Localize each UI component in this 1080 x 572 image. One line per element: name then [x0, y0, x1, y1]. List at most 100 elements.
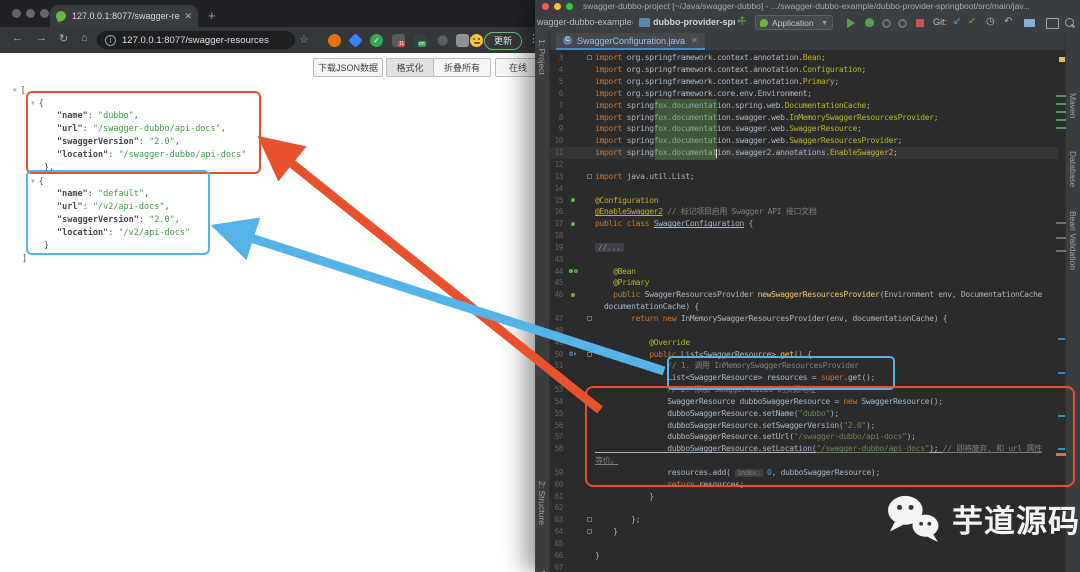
run-config-select[interactable]: Application ▼: [755, 15, 833, 30]
git-commit-icon[interactable]: ✓: [968, 16, 976, 27]
coverage-button[interactable]: [882, 19, 891, 28]
code-line[interactable]: 67: [549, 561, 1058, 572]
error-stripe-mark[interactable]: [1056, 222, 1066, 224]
json-line[interactable]: ▼{: [31, 175, 44, 188]
new-tab-button[interactable]: +: [208, 8, 216, 23]
error-stripe-mark[interactable]: [1058, 415, 1065, 417]
code-line[interactable]: 47 return new InMemorySwaggerResourcesPr…: [549, 313, 1058, 325]
code-line[interactable]: 54 SwaggerResource dubboSwaggerResource …: [549, 395, 1058, 407]
json-line[interactable]: }: [44, 240, 49, 253]
code-line[interactable]: 57 dubboSwaggerResource.setUrl("/swagger…: [549, 431, 1058, 443]
extension-icon[interactable]: ✓: [370, 34, 383, 47]
code-line[interactable]: 7import springfox.documentation.spring.w…: [549, 99, 1058, 111]
code-line[interactable]: 17public class SwaggerConfiguration {: [549, 218, 1058, 230]
profiler-button[interactable]: [898, 19, 907, 28]
json-line[interactable]: ▼[: [13, 84, 26, 97]
tool-button-bean-validation[interactable]: Bean Validation: [1068, 211, 1078, 270]
breadcrumb[interactable]: dubbo-provider-spri: [653, 17, 735, 27]
back-icon[interactable]: ←: [12, 32, 23, 44]
code-line[interactable]: 44 @Bean: [549, 265, 1058, 277]
code-line[interactable]: 51 // 1. 调用 InMemorySwaggerResourcesProv…: [549, 360, 1058, 372]
code-line[interactable]: 48: [549, 324, 1058, 336]
error-stripe-mark[interactable]: [1056, 453, 1066, 456]
code-line[interactable]: 16@EnableSwagger2 // 标记项目启用 Swagger API …: [549, 206, 1058, 218]
window-minimize-icon[interactable]: [26, 9, 35, 18]
code-line[interactable]: 55 dubboSwaggerResource.setName("dubbo")…: [549, 407, 1058, 419]
stop-button[interactable]: [916, 19, 924, 27]
bookmark-star-icon[interactable]: ☆: [299, 33, 309, 46]
reload-icon[interactable]: ↻: [59, 32, 68, 45]
code-line[interactable]: 14: [549, 182, 1058, 194]
code-line[interactable]: 10import springfox.documentation.swagger…: [549, 135, 1058, 147]
error-stripe-mark[interactable]: [1056, 111, 1066, 113]
json-button-2[interactable]: 折叠所有: [433, 58, 491, 77]
json-button-1[interactable]: 格式化: [386, 58, 434, 77]
code-line[interactable]: 45 @Primary: [549, 277, 1058, 289]
home-icon[interactable]: ⌂: [81, 32, 88, 44]
fold-marker[interactable]: [583, 352, 595, 357]
tab-close-icon[interactable]: ✕: [184, 11, 192, 22]
code-line[interactable]: 18: [549, 230, 1058, 242]
error-stripe-mark[interactable]: [1058, 448, 1065, 450]
code-line[interactable]: 53 // 2. 添加 swagger-dubbo 的资源地址: [549, 384, 1058, 396]
error-stripe-mark[interactable]: [1058, 338, 1065, 340]
tool-button-database[interactable]: Database: [1068, 151, 1078, 187]
error-stripe-mark[interactable]: [1059, 57, 1065, 62]
code-line[interactable]: 8import springfox.documentation.swagger.…: [549, 111, 1058, 123]
fold-marker[interactable]: [583, 517, 595, 522]
code-line[interactable]: 43: [549, 253, 1058, 265]
error-stripe-mark[interactable]: [1056, 250, 1066, 252]
code-line[interactable]: documentationCache) {: [549, 301, 1058, 313]
code-line[interactable]: 6import org.springframework.core.env.Env…: [549, 88, 1058, 100]
extension-icon[interactable]: [348, 33, 363, 48]
json-line[interactable]: "swaggerVersion": "2.0",: [57, 136, 180, 149]
build-hammer-icon[interactable]: ⚒: [735, 14, 749, 28]
terminal-icon[interactable]: [1046, 18, 1059, 29]
code-line[interactable]: 3import org.springframework.context.anno…: [549, 52, 1058, 64]
json-line[interactable]: "name": "dubbo",: [57, 110, 139, 123]
search-everywhere-icon[interactable]: [1065, 18, 1074, 27]
json-button-0[interactable]: 下载JSON数据: [313, 58, 383, 77]
code-line[interactable]: 5import org.springframework.context.anno…: [549, 76, 1058, 88]
run-button[interactable]: [847, 18, 855, 28]
error-stripe-mark[interactable]: [1056, 119, 1066, 121]
breadcrumb[interactable]: wagger-dubbo-example: [537, 17, 632, 27]
url-text[interactable]: 127.0.0.1:8077/swagger-resources: [122, 35, 269, 46]
code-line[interactable]: 4import org.springframework.context.anno…: [549, 64, 1058, 76]
error-stripe-mark[interactable]: [1056, 95, 1066, 97]
json-line[interactable]: },: [44, 162, 54, 175]
code-line[interactable]: 59 resources.add( index: 0, dubboSwagger…: [549, 467, 1058, 479]
fold-marker[interactable]: [583, 55, 595, 60]
code-line[interactable]: 60 return resources;: [549, 478, 1058, 490]
json-line[interactable]: "location": "/v2/api-docs": [57, 227, 190, 240]
code-line[interactable]: 12: [549, 159, 1058, 171]
code-line[interactable]: 9import springfox.documentation.swagger.…: [549, 123, 1058, 135]
rollback-icon[interactable]: ↶: [1004, 16, 1012, 27]
extension-icon[interactable]: 11: [392, 34, 405, 47]
window-close-icon[interactable]: [12, 9, 21, 18]
extension-smiley-icon[interactable]: [470, 34, 483, 47]
forward-icon[interactable]: →: [36, 32, 47, 44]
history-clock-icon[interactable]: ◷: [986, 16, 995, 27]
code-line[interactable]: 66}: [549, 549, 1058, 561]
extensions-puzzle-icon[interactable]: [456, 34, 469, 47]
code-line[interactable]: 50O↑ public List<SwaggerResource> get() …: [549, 348, 1058, 360]
json-line[interactable]: "swaggerVersion": "2.0",: [57, 214, 180, 227]
git-update-icon[interactable]: ↙: [953, 16, 961, 27]
json-line[interactable]: "location": "/swagger-dubbo/api-docs": [57, 149, 246, 162]
editor-tab[interactable]: C SwaggerConfiguration.java ✕: [556, 33, 705, 50]
code-line[interactable]: 等价。: [549, 455, 1058, 467]
code-line[interactable]: 13import java.util.List;: [549, 170, 1058, 182]
tool-button-project[interactable]: 1: Project: [537, 39, 547, 75]
window-close-icon[interactable]: [542, 3, 549, 10]
code-line[interactable]: 58 dubboSwaggerResource.setLocation("/sw…: [549, 443, 1058, 455]
json-line[interactable]: "name": "default",: [57, 188, 149, 201]
json-line[interactable]: ▼{: [31, 97, 44, 110]
code-line[interactable]: 49 @Override: [549, 336, 1058, 348]
site-info-icon[interactable]: i: [105, 35, 116, 46]
error-stripe-mark[interactable]: [1056, 127, 1066, 129]
error-stripe-mark[interactable]: [1056, 103, 1066, 105]
fold-marker[interactable]: [583, 174, 595, 179]
tool-button-structure[interactable]: 2: Structure: [537, 481, 547, 525]
code-line[interactable]: 15@Configuration: [549, 194, 1058, 206]
